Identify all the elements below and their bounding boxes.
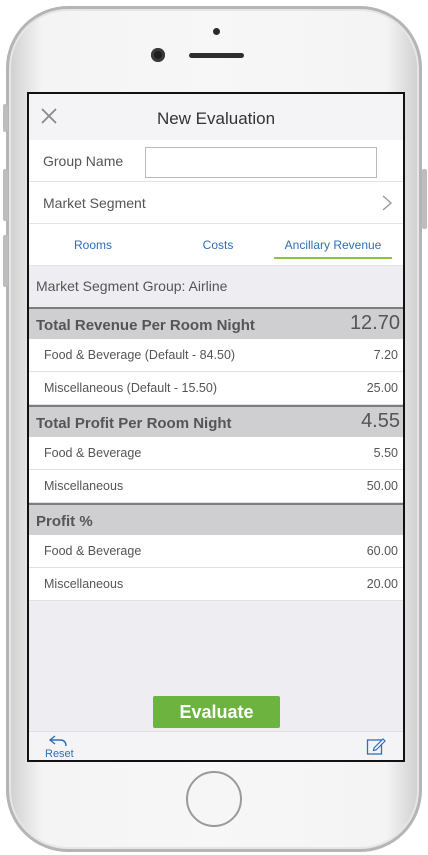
volume-down-button bbox=[3, 235, 8, 287]
page-title: New Evaluation bbox=[156, 109, 276, 128]
revenue-section-title: Total Revenue Per Room Night bbox=[36, 317, 255, 334]
item-value: 5.50 bbox=[373, 446, 398, 460]
item-value: 25.00 bbox=[366, 381, 398, 395]
footer-toolbar: Reset bbox=[29, 731, 403, 760]
profit-section-title: Total Profit Per Room Night bbox=[36, 415, 232, 432]
profit-pct-section-header: Profit % bbox=[29, 503, 403, 535]
profit-total-value: 4.55 bbox=[361, 410, 400, 432]
item-value: 50.00 bbox=[366, 479, 398, 493]
item-label: Miscellaneous (Default - 15.50) bbox=[44, 381, 217, 395]
revenue-section-header: Total Revenue Per Room Night 12.70 bbox=[29, 307, 403, 339]
group-name-input[interactable] bbox=[145, 147, 377, 178]
list-item[interactable]: Miscellaneous (Default - 15.50) 25.00 bbox=[29, 372, 403, 405]
segment-group-row: Market Segment Group: Airline bbox=[29, 266, 403, 307]
item-value: 20.00 bbox=[366, 577, 398, 591]
item-label: Food & Beverage (Default - 84.50) bbox=[44, 348, 236, 362]
list-item[interactable]: Food & Beverage 60.00 bbox=[29, 535, 403, 568]
sensor-dot bbox=[213, 28, 220, 35]
item-label: Food & Beverage bbox=[44, 544, 142, 558]
revenue-total-value: 12.70 bbox=[349, 312, 400, 334]
list-item[interactable]: Miscellaneous 20.00 bbox=[29, 568, 403, 601]
item-label: Food & Beverage bbox=[44, 446, 142, 460]
edit-icon[interactable] bbox=[366, 736, 386, 756]
tab-bar: Rooms Costs Ancillary Revenue bbox=[29, 224, 403, 266]
header-bar: New Evaluation bbox=[29, 94, 403, 140]
list-item[interactable]: Food & Beverage (Default - 84.50) 7.20 bbox=[29, 339, 403, 372]
earpiece-speaker bbox=[189, 53, 244, 58]
tab-costs[interactable]: Costs bbox=[161, 224, 275, 266]
tab-ancillary-revenue[interactable]: Ancillary Revenue bbox=[274, 224, 392, 266]
reset-icon[interactable] bbox=[48, 734, 68, 749]
segment-group-label: Market Segment Group: Airline bbox=[36, 278, 228, 294]
tab-rooms[interactable]: Rooms bbox=[39, 224, 147, 266]
profit-section-header: Total Profit Per Room Night 4.55 bbox=[29, 405, 403, 437]
list-item[interactable]: Food & Beverage 5.50 bbox=[29, 437, 403, 470]
item-value: 7.20 bbox=[373, 348, 398, 362]
app-screen: New Evaluation Group Name Market Segment… bbox=[27, 92, 405, 762]
home-button[interactable] bbox=[186, 771, 242, 827]
item-label: Miscellaneous bbox=[44, 577, 124, 591]
group-name-label: Group Name bbox=[43, 153, 124, 169]
market-segment-label: Market Segment bbox=[43, 195, 146, 211]
power-button bbox=[422, 169, 427, 229]
front-camera bbox=[151, 48, 165, 62]
profit-pct-section-title: Profit % bbox=[36, 513, 93, 530]
chevron-right-icon bbox=[382, 195, 393, 211]
mute-switch bbox=[3, 104, 8, 132]
evaluate-button[interactable]: Evaluate bbox=[153, 696, 280, 728]
item-value: 60.00 bbox=[366, 544, 398, 558]
list-item[interactable]: Miscellaneous 50.00 bbox=[29, 470, 403, 503]
market-segment-row[interactable]: Market Segment bbox=[29, 182, 403, 224]
volume-up-button bbox=[3, 169, 8, 221]
reset-button[interactable]: Reset bbox=[45, 748, 74, 760]
item-label: Miscellaneous bbox=[44, 479, 124, 493]
group-name-row: Group Name bbox=[29, 140, 403, 182]
